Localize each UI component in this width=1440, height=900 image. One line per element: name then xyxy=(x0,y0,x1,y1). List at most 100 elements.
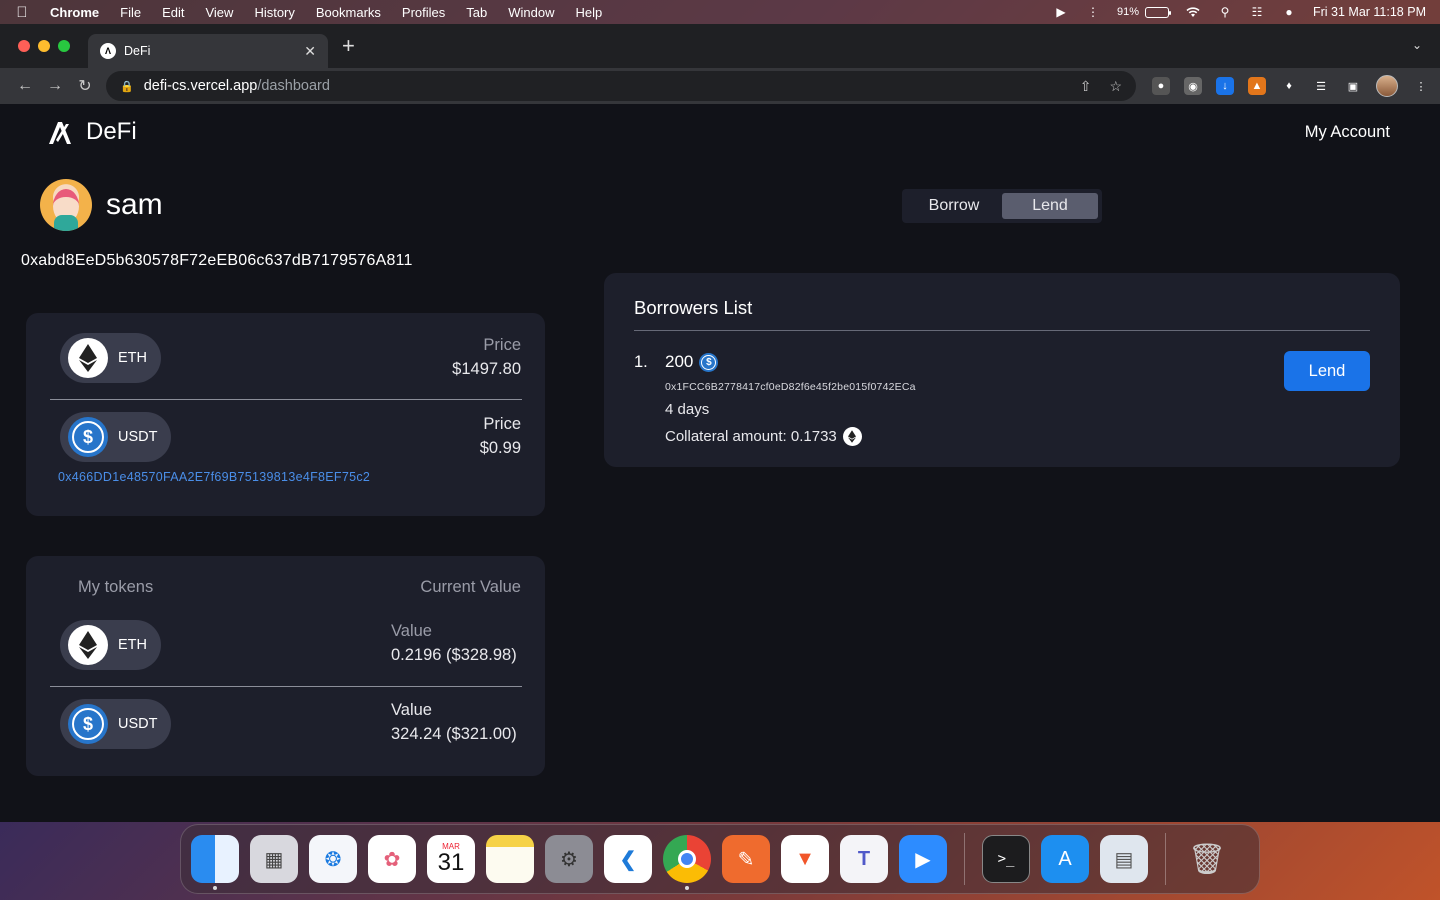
collateral-text: Collateral amount: 0.1733 xyxy=(665,428,837,445)
eth-value-label: Value xyxy=(391,622,432,640)
extensions-puzzle-icon[interactable]: ♦ xyxy=(1280,77,1298,95)
menu-edit[interactable]: Edit xyxy=(162,5,184,20)
divider xyxy=(634,330,1370,331)
camera-extension-icon[interactable]: ◉ xyxy=(1184,77,1202,95)
url-path: /dashboard xyxy=(257,78,330,94)
wifi-icon[interactable] xyxy=(1185,5,1201,19)
my-tokens-header: My tokens xyxy=(78,578,154,596)
app-store-icon[interactable]: A xyxy=(1041,835,1089,883)
eth-value-amount: 0.2196 ($328.98) xyxy=(391,646,517,664)
lend-button[interactable]: Lend xyxy=(1284,351,1370,391)
active-tab[interactable]: Λ DeFi ✕ xyxy=(88,34,328,68)
zoom-window-button[interactable] xyxy=(58,40,70,52)
terminal-icon[interactable]: >_ xyxy=(982,835,1030,883)
collateral-amount: Collateral amount: 0.1733 xyxy=(665,427,862,446)
battery-status[interactable]: 91% xyxy=(1117,6,1171,18)
dapp-page: DeFi My Account sam 0xabd8EeD5b630578F72… xyxy=(0,104,1440,822)
tab-lend[interactable]: Lend xyxy=(1002,193,1098,219)
minimize-window-button[interactable] xyxy=(38,40,50,52)
defi-favicon-icon: Λ xyxy=(100,43,116,59)
usdt-contract-link[interactable]: 0x466DD1e48570FAA2E7f69B75139813e4F8EF75… xyxy=(58,470,370,484)
usdc-coin-icon: $ xyxy=(699,352,719,372)
borrowers-list-title: Borrowers List xyxy=(634,297,753,318)
eth-holding-symbol: ETH xyxy=(118,637,147,653)
menu-tab[interactable]: Tab xyxy=(466,5,487,20)
teams-icon[interactable]: T xyxy=(840,835,888,883)
chrome-icon[interactable] xyxy=(663,835,711,890)
ethereum-icon xyxy=(842,427,862,446)
divider xyxy=(50,686,522,687)
chrome-window: Λ DeFi ✕ + ⌄ ← → ↻ 🔒 defi-cs.vercel.app /… xyxy=(0,24,1440,822)
forward-icon[interactable]: → xyxy=(40,77,70,95)
menu-profiles[interactable]: Profiles xyxy=(402,5,445,20)
dock-separator xyxy=(964,833,965,885)
reload-icon[interactable]: ↻ xyxy=(70,76,100,96)
menu-chrome[interactable]: Chrome xyxy=(50,5,99,20)
menu-help[interactable]: Help xyxy=(576,5,603,20)
tab-borrow[interactable]: Borrow xyxy=(906,193,1002,219)
reading-list-icon[interactable]: ☰ xyxy=(1312,77,1330,95)
divider xyxy=(50,399,522,400)
back-icon[interactable]: ← xyxy=(10,77,40,95)
safari-icon[interactable]: ❂ xyxy=(309,835,357,883)
menu-clock[interactable]: Fri 31 Mar 11:18 PM xyxy=(1313,5,1426,19)
usdt-price-value: $0.99 xyxy=(479,439,521,457)
calendar-day: 31 xyxy=(437,849,465,876)
spotlight-search-icon[interactable]: ⚲ xyxy=(1217,5,1233,19)
menu-file[interactable]: File xyxy=(120,5,141,20)
metamask-fox-icon[interactable]: ▲ xyxy=(1248,77,1266,95)
download-extension-icon[interactable]: ↓ xyxy=(1216,77,1234,95)
eth-price-label: Price xyxy=(483,336,521,354)
photos-icon[interactable]: ✿ xyxy=(368,835,416,883)
apple-menu-icon[interactable]:  xyxy=(14,4,30,21)
wallet-address: 0xabd8EeD5b630578F72eEB06c637dB7179576A8… xyxy=(21,252,413,269)
system-settings-icon[interactable]: ⚙ xyxy=(545,835,593,883)
launchpad-icon[interactable]: ▦ xyxy=(250,835,298,883)
ethereum-icon xyxy=(68,338,108,378)
extension-gray-icon[interactable]: ● xyxy=(1152,77,1170,95)
user-avatar xyxy=(40,179,92,231)
finder-icon[interactable] xyxy=(191,835,239,890)
menu-window[interactable]: Window xyxy=(508,5,554,20)
tab-strip: Λ DeFi ✕ + ⌄ xyxy=(0,24,1440,68)
close-tab-icon[interactable]: ✕ xyxy=(304,43,316,60)
close-window-button[interactable] xyxy=(18,40,30,52)
play-circle-icon[interactable]: ▶ xyxy=(1053,5,1069,19)
eth-symbol: ETH xyxy=(118,350,147,366)
my-account-link[interactable]: My Account xyxy=(1305,123,1390,142)
my-tokens-card: My tokens Current Value ETH Value 0.2196… xyxy=(26,556,545,776)
usdt-value-label: Value xyxy=(391,701,432,719)
postman-icon[interactable]: ✎ xyxy=(722,835,770,883)
control-center-icon[interactable]: ☷ xyxy=(1249,5,1265,19)
usdt-holding-pill: $ USDT xyxy=(60,699,171,749)
usdt-value-amount: 324.24 ($321.00) xyxy=(391,725,517,743)
zoom-icon[interactable]: ▶ xyxy=(899,835,947,883)
lock-icon[interactable]: 🔒 xyxy=(120,80,134,93)
menu-history[interactable]: History xyxy=(254,5,294,20)
dock-separator xyxy=(1165,833,1166,885)
brand-logo[interactable]: DeFi xyxy=(46,118,137,146)
menu-view[interactable]: View xyxy=(205,5,233,20)
tab-search-chevron-icon[interactable]: ⌄ xyxy=(1412,38,1422,52)
share-icon[interactable]: ⇧ xyxy=(1080,78,1092,95)
eth-price-value: $1497.80 xyxy=(452,360,521,378)
notes-icon[interactable] xyxy=(486,835,534,883)
address-bar[interactable]: 🔒 defi-cs.vercel.app/dashboard ⇧ ☆ xyxy=(106,71,1136,101)
new-tab-button[interactable]: + xyxy=(342,33,355,59)
menu-bookmarks[interactable]: Bookmarks xyxy=(316,5,381,20)
eth-price: Price $1497.80 xyxy=(452,333,521,381)
calendar-icon[interactable]: MAR 31 xyxy=(427,835,475,883)
brave-icon[interactable]: ▼ xyxy=(781,835,829,883)
trash-icon[interactable]: 🗑 xyxy=(1183,835,1231,883)
siri-icon[interactable]: ● xyxy=(1281,5,1297,19)
preview-icon[interactable]: ▤ xyxy=(1100,835,1148,883)
vscode-icon[interactable]: ❮ xyxy=(604,835,652,883)
dots-status-icon[interactable]: ⋮ xyxy=(1085,5,1101,19)
bookmark-star-icon[interactable]: ☆ xyxy=(1109,78,1122,95)
chrome-menu-icon[interactable]: ⋮ xyxy=(1412,77,1430,95)
usdt-holding-value: Value 324.24 ($321.00) xyxy=(391,698,517,746)
side-panel-icon[interactable]: ▣ xyxy=(1344,77,1362,95)
ethereum-icon xyxy=(68,625,108,665)
profile-avatar[interactable] xyxy=(1376,75,1398,97)
extensions-area: ● ◉ ↓ ▲ ♦ ☰ ▣ ⋮ xyxy=(1152,75,1430,97)
